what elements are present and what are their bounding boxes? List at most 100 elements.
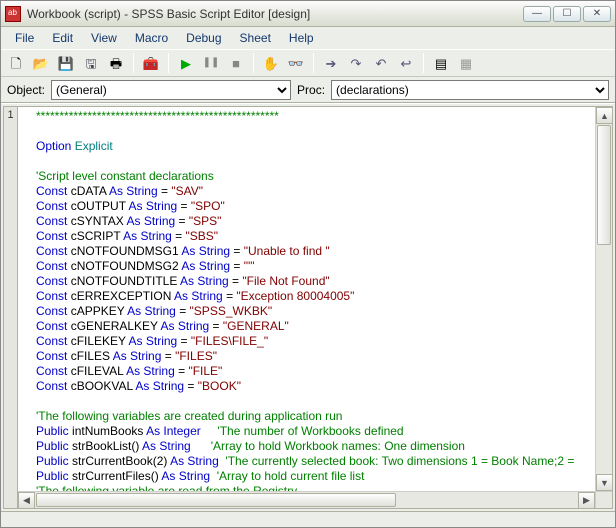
code-ident: cDATA xyxy=(67,184,109,198)
stepout-button[interactable]: ↶ xyxy=(370,52,392,74)
menu-edit[interactable]: Edit xyxy=(44,29,81,47)
code-ident: strCurrentFiles() xyxy=(69,469,162,483)
horizontal-scrollbar[interactable]: ◀ ▶ xyxy=(18,491,595,508)
code-identifier: Explicit xyxy=(71,139,112,153)
object-dropdown[interactable]: (General) xyxy=(51,80,291,100)
code-keyword: Const xyxy=(36,304,67,318)
code-type: As String xyxy=(128,199,177,213)
code-ident: cFILEKEY xyxy=(67,334,128,348)
print-icon: 🖶 xyxy=(110,57,122,70)
dialog-icon: ▤ xyxy=(435,57,447,70)
menu-view[interactable]: View xyxy=(83,29,125,47)
code-ident: cSCRIPT xyxy=(67,229,123,243)
saveall-button[interactable]: 🖫 xyxy=(80,52,102,74)
code-string: "SPS" xyxy=(189,214,222,228)
open-icon: 📂 xyxy=(33,57,49,70)
stepinto-icon: ➔ xyxy=(326,57,337,70)
code-ident: cNOTFOUNDTITLE xyxy=(67,274,180,288)
code-type: As String xyxy=(174,289,223,303)
code-comment: ****************************************… xyxy=(36,109,279,123)
code-type: As String xyxy=(113,349,162,363)
watch-button[interactable]: 👓 xyxy=(285,52,307,74)
code-type: As String xyxy=(161,319,210,333)
code-ident: cERREXCEPTION xyxy=(67,289,174,303)
print-button[interactable]: 🖶 xyxy=(105,52,127,74)
code-eq: = xyxy=(175,364,189,378)
code-type: As String xyxy=(135,379,184,393)
scroll-thumb[interactable] xyxy=(36,493,396,507)
new-button[interactable]: 🗋 xyxy=(5,52,27,74)
pause-button[interactable]: ❚❚ xyxy=(200,52,222,74)
code-string: "'" xyxy=(244,259,255,273)
code-string: "FILES\FILE_" xyxy=(191,334,268,348)
stepback-button[interactable]: ↩ xyxy=(395,52,417,74)
code-ident: cSYNTAX xyxy=(67,214,126,228)
menu-macro[interactable]: Macro xyxy=(127,29,176,47)
code-type: As String xyxy=(127,304,176,318)
proc-dropdown[interactable]: (declarations) xyxy=(331,80,609,100)
maximize-button[interactable]: ☐ xyxy=(553,6,581,22)
run-button[interactable]: ▶ xyxy=(175,52,197,74)
watch-icon: 👓 xyxy=(288,57,304,70)
toolbar-separator xyxy=(423,53,424,73)
saveall-icon: 🖫 xyxy=(85,57,96,70)
proc-label: Proc: xyxy=(297,83,325,97)
code-string: "SPO" xyxy=(191,199,225,213)
code-editor[interactable]: ****************************************… xyxy=(18,107,612,508)
code-string: "SPSS_WKBK" xyxy=(190,304,273,318)
code-eq: = xyxy=(161,349,175,363)
code-type: As String xyxy=(126,364,175,378)
close-button[interactable]: ✕ xyxy=(583,6,611,22)
save-button[interactable]: 💾 xyxy=(55,52,77,74)
code-keyword: Const xyxy=(36,229,67,243)
code-comment: 'The number of Workbooks defined xyxy=(201,424,404,438)
dialog-button[interactable]: ▤ xyxy=(430,52,452,74)
pause-icon: ❚❚ xyxy=(203,58,220,68)
code-ident: cNOTFOUNDMSG2 xyxy=(67,259,181,273)
toolbar: 🗋 📂 💾 🖫 🖶 🧰 ▶ ❚❚ ■ ✋ 👓 ➔ ↷ ↶ ↩ ▤ ▦ xyxy=(1,49,615,77)
code-type: As String xyxy=(127,214,176,228)
code-keyword: Public xyxy=(36,424,69,438)
new-icon: 🗋 xyxy=(11,57,21,70)
vertical-scrollbar[interactable]: ▲ ▼ xyxy=(595,107,612,491)
code-type: As Integer xyxy=(146,424,201,438)
code-keyword: Const xyxy=(36,379,67,393)
code-string: "GENERAL" xyxy=(223,319,289,333)
stepover-button[interactable]: ↷ xyxy=(345,52,367,74)
hand-button[interactable]: ✋ xyxy=(260,52,282,74)
app-window: Workbook (script) - SPSS Basic Script Ed… xyxy=(0,0,616,528)
code-eq: = xyxy=(209,319,223,333)
code-string: "SAV" xyxy=(171,184,203,198)
code-pane: ****************************************… xyxy=(17,106,613,509)
menu-help[interactable]: Help xyxy=(281,29,322,47)
menu-sheet[interactable]: Sheet xyxy=(232,29,279,47)
code-keyword: Const xyxy=(36,319,67,333)
code-string: "Unable to find " xyxy=(244,244,330,258)
statusbar xyxy=(1,511,615,527)
design-button[interactable]: ▦ xyxy=(455,52,477,74)
run-icon: ▶ xyxy=(181,57,191,70)
scroll-right-arrow-icon[interactable]: ▶ xyxy=(578,492,595,509)
scroll-thumb[interactable] xyxy=(597,125,611,245)
stop-button[interactable]: ■ xyxy=(225,52,247,74)
code-ident: cNOTFOUNDMSG1 xyxy=(67,244,181,258)
code-eq: = xyxy=(229,274,243,288)
code-type: As String xyxy=(170,454,219,468)
toolbox-button[interactable]: 🧰 xyxy=(140,52,162,74)
code-ident: cAPPKEY xyxy=(67,304,127,318)
scroll-left-arrow-icon[interactable]: ◀ xyxy=(18,492,35,509)
code-comment: 'Script level constant declarations xyxy=(36,169,214,183)
object-label: Object: xyxy=(7,83,45,97)
open-button[interactable]: 📂 xyxy=(30,52,52,74)
scroll-down-arrow-icon[interactable]: ▼ xyxy=(596,474,613,491)
declaration-bar: Object: (General) Proc: (declarations) xyxy=(1,77,615,103)
code-type: As String xyxy=(109,184,158,198)
menu-file[interactable]: File xyxy=(7,29,42,47)
menu-debug[interactable]: Debug xyxy=(178,29,229,47)
scroll-up-arrow-icon[interactable]: ▲ xyxy=(596,107,613,124)
code-keyword: Const xyxy=(36,349,67,363)
minimize-button[interactable]: — xyxy=(523,6,551,22)
code-keyword: Public xyxy=(36,454,69,468)
code-comment: 'Array to hold current file list xyxy=(210,469,364,483)
stepinto-button[interactable]: ➔ xyxy=(320,52,342,74)
